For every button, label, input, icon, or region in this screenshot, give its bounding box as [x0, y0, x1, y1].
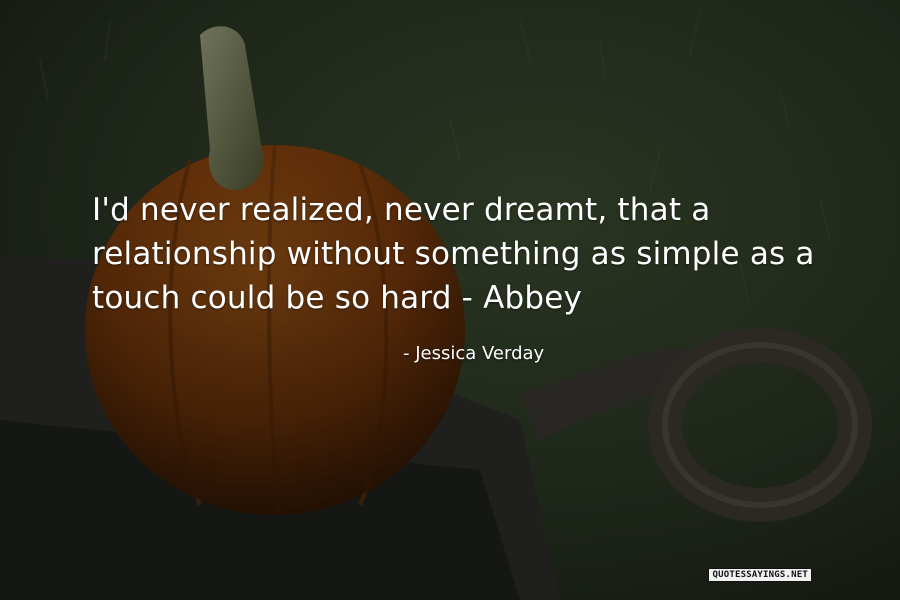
watermark-logo: QUOTESSAYINGS.NET: [708, 568, 812, 582]
quote-line: relationship without something as simple…: [92, 236, 815, 272]
quote-image: I'd never realized, never dreamt, that a…: [0, 0, 900, 600]
quote-line: touch could be so hard - Abbey: [92, 280, 583, 316]
quote-author: - Jessica Verday: [403, 343, 545, 364]
quote-line: I'd never realized, never dreamt, that a: [92, 192, 711, 228]
quote-text: I'd never realized, never dreamt, that a…: [92, 188, 852, 320]
